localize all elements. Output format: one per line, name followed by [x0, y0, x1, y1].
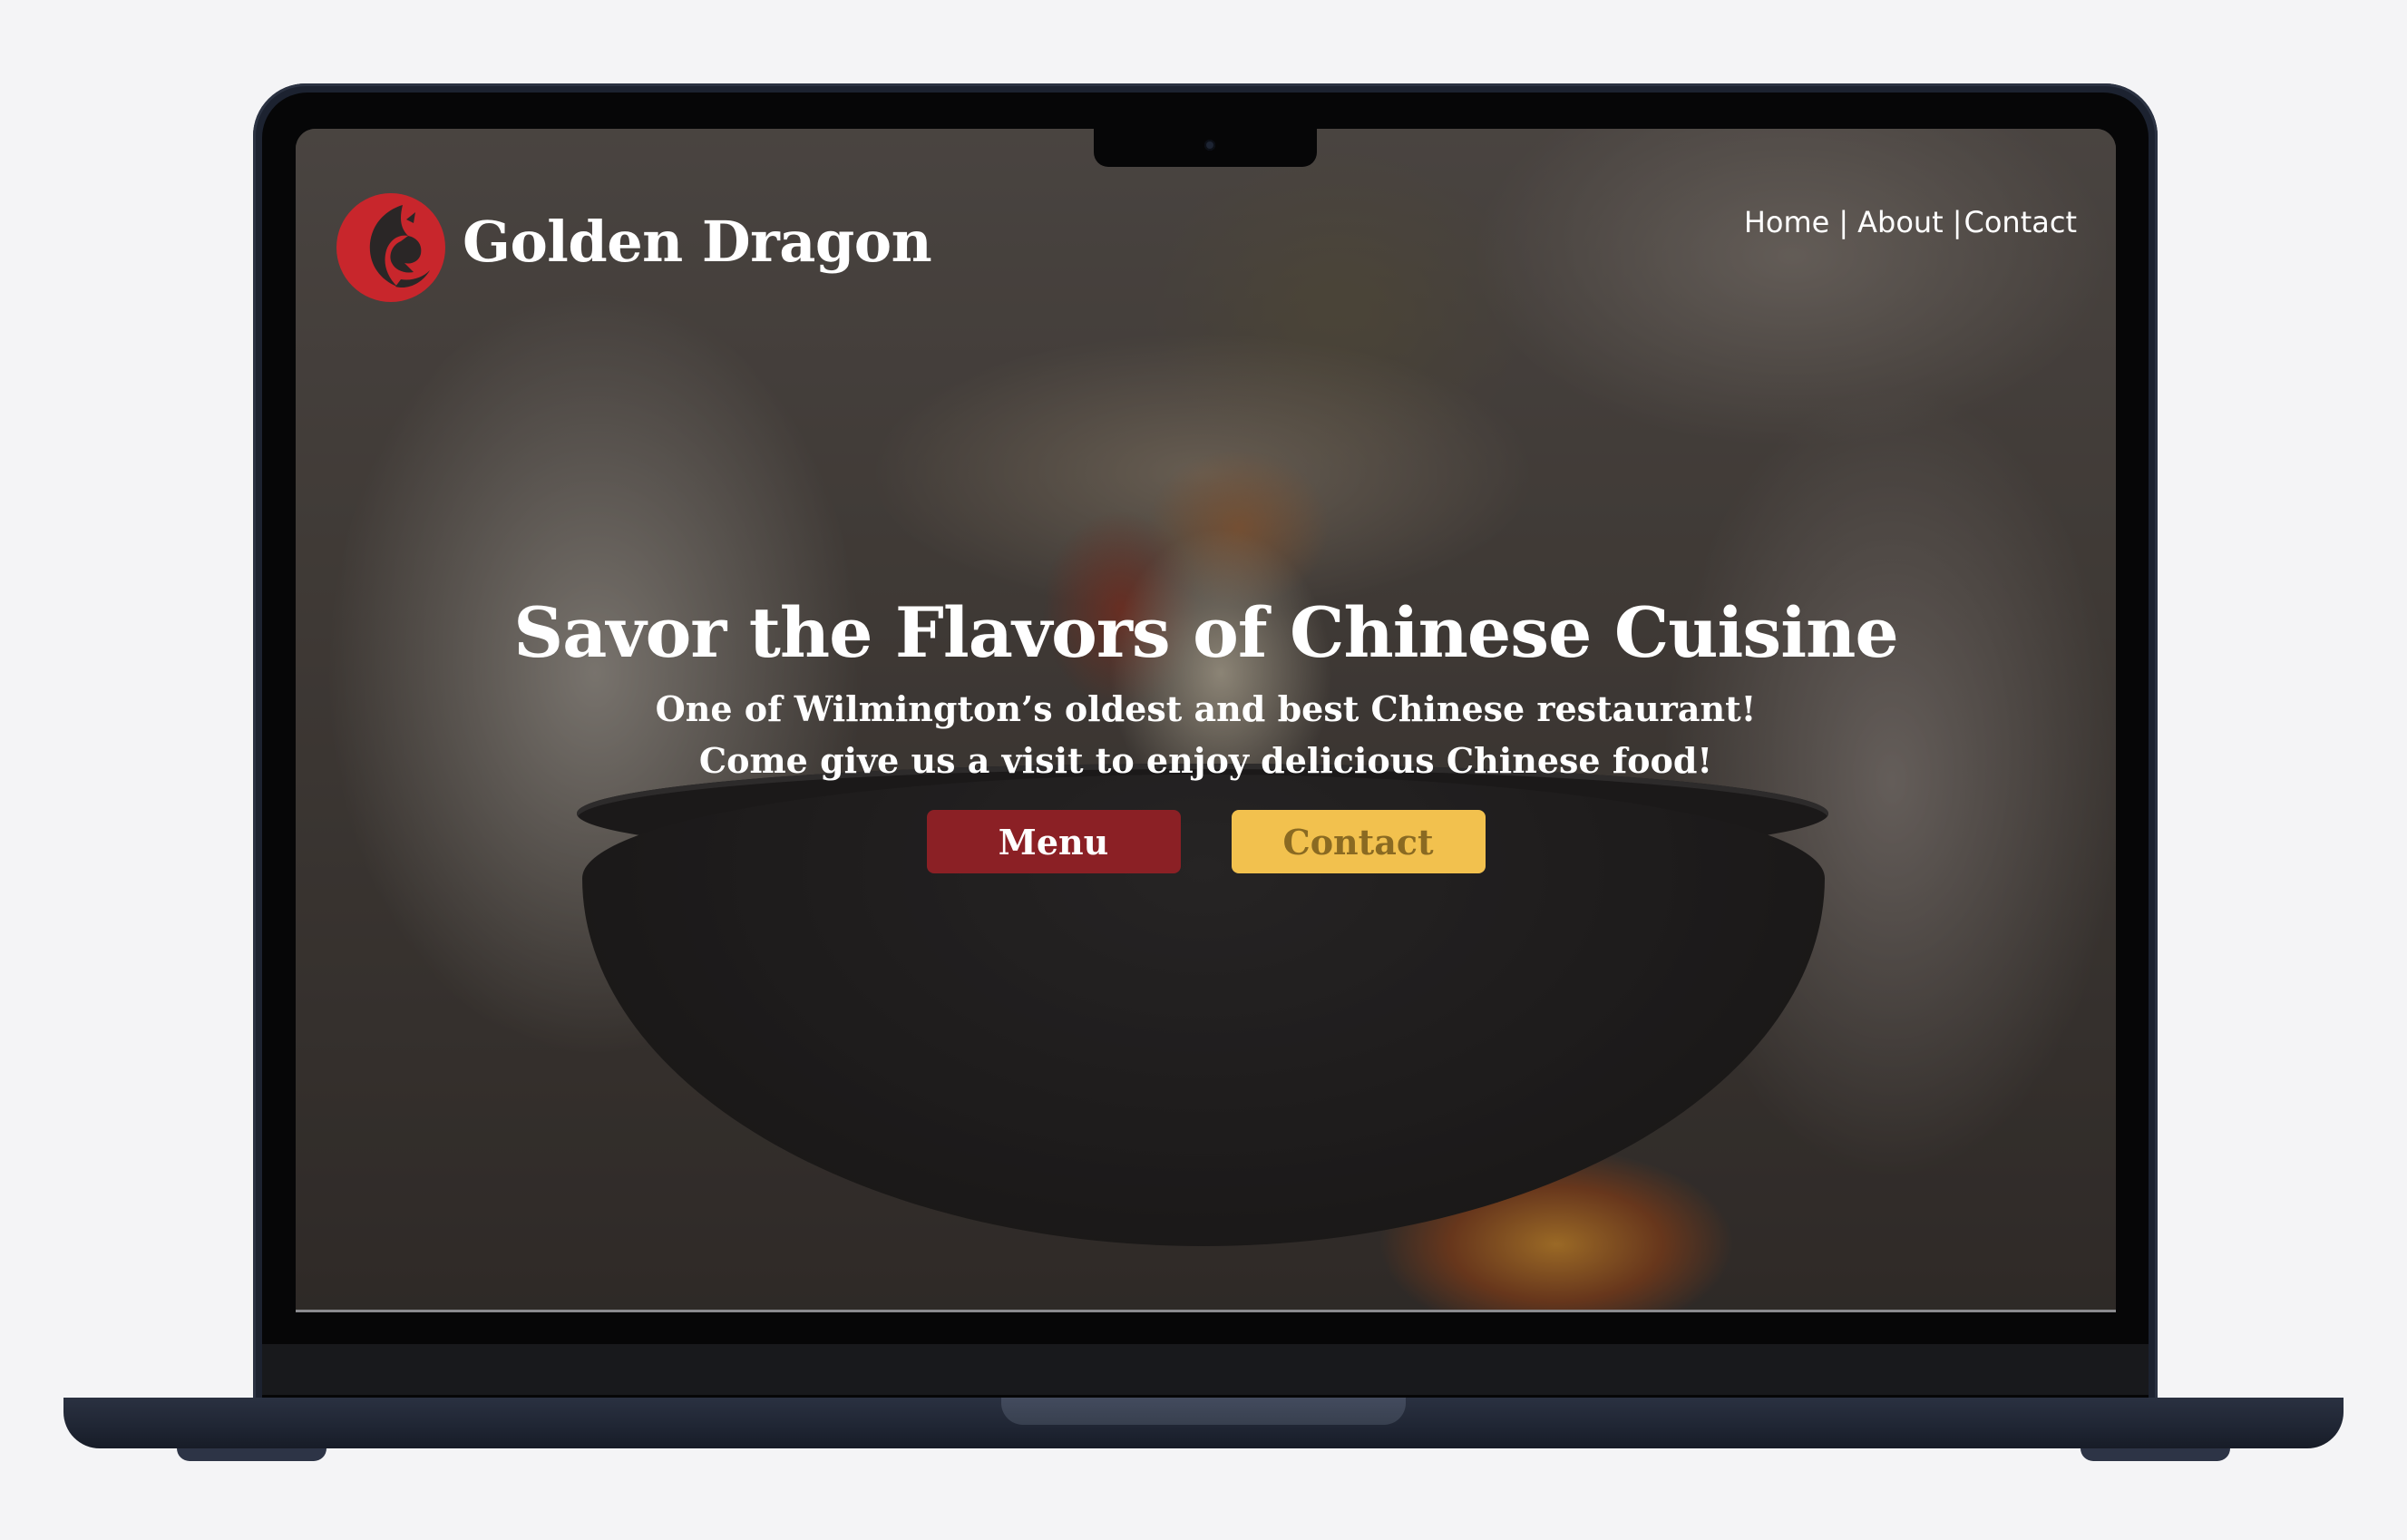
brand-name[interactable]: Golden Dragon [463, 209, 932, 275]
laptop-foot-left [177, 1448, 326, 1461]
contact-button[interactable]: Contact [1231, 810, 1486, 874]
nav-link-home[interactable]: Home [1744, 205, 1830, 239]
dragon-logo-icon[interactable] [336, 192, 446, 303]
main-nav: Home | About |Contact [1744, 205, 2077, 239]
hero-title: Savor the Flavors of Chinese Cuisine [513, 592, 1898, 673]
laptop-foot-right [2081, 1448, 2230, 1461]
nav-separator: | [1952, 205, 1963, 239]
hero-subtitle-line-2: Come give us a visit to enjoy delicious … [698, 740, 1713, 782]
hero-buttons: Menu Contact [296, 810, 2116, 874]
nav-separator: | [1838, 205, 1849, 239]
camera-icon [1204, 140, 1215, 151]
nav-link-contact[interactable]: Contact [1964, 205, 2078, 239]
screen-bottom-edge [296, 1310, 2116, 1312]
laptop-opening-notch [1001, 1398, 1406, 1425]
laptop-screen: Golden Dragon Home | About |Contact Savor t… [296, 129, 2116, 1311]
nav-link-about[interactable]: About [1857, 205, 1944, 239]
hero-section: Savor the Flavors of Chinese Cuisine One… [296, 591, 2116, 874]
menu-button[interactable]: Menu [926, 810, 1181, 874]
hero-subtitle: One of Wilmington’s oldest and best Chin… [296, 683, 2116, 786]
hero-subtitle-line-1: One of Wilmington’s oldest and best Chin… [655, 688, 1757, 730]
laptop-mockup: Golden Dragon Home | About |Contact Savor t… [0, 0, 2407, 1540]
laptop-hinge [262, 1344, 2149, 1395]
site-header: Golden Dragon Home | About |Contact [336, 192, 2077, 310]
